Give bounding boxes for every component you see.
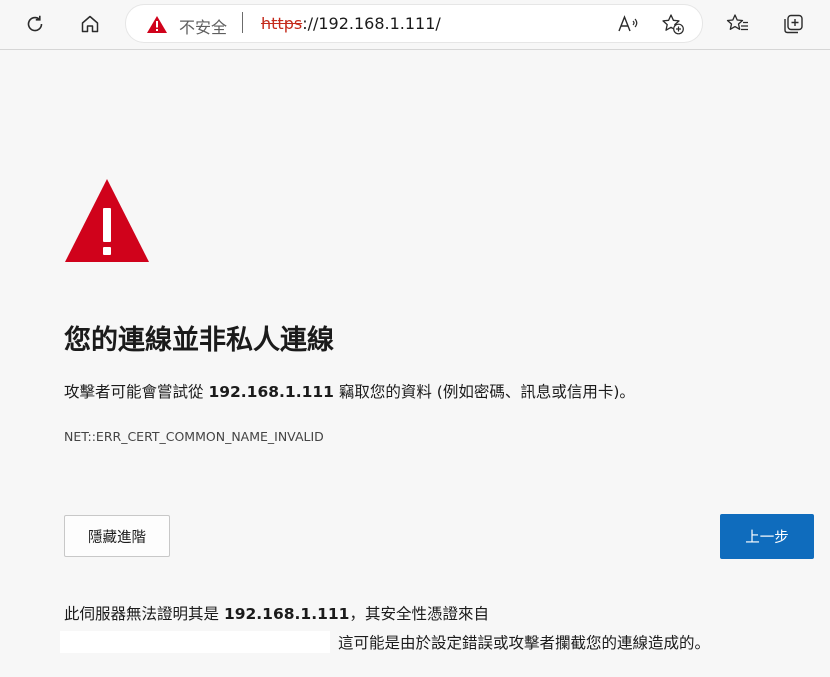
read-aloud-icon xyxy=(618,15,638,32)
refresh-icon xyxy=(27,15,43,32)
desc-suffix: 竊取您的資料 (例如密碼、訊息或信用卡)。 xyxy=(333,383,635,401)
detail-suffix: ，其安全性憑證來自 xyxy=(349,605,489,623)
url-scheme: https xyxy=(261,14,303,33)
detail-host: 192.168.1.111 xyxy=(223,605,350,623)
add-favorite-icon xyxy=(662,14,684,35)
collections-button[interactable] xyxy=(777,8,809,40)
redacted-issuer xyxy=(60,631,330,653)
certificate-detail-line2: 這可能是由於設定錯誤或攻擊者攔截您的連線造成的。 xyxy=(338,634,711,652)
collections-icon xyxy=(784,14,803,34)
address-bar[interactable]: 不安全 https://192.168.1.111/ xyxy=(126,5,702,42)
security-status-label[interactable]: 不安全 xyxy=(179,14,227,38)
browser-toolbar: 不安全 https://192.168.1.111/ xyxy=(0,0,830,50)
address-separator xyxy=(242,12,243,33)
read-aloud-button[interactable] xyxy=(616,11,642,37)
page-title: 您的連線並非私人連線 xyxy=(64,325,334,356)
favorites-button[interactable] xyxy=(722,8,754,40)
home-button[interactable] xyxy=(74,8,106,40)
error-code[interactable]: NET::ERR_CERT_COMMON_NAME_INVALID xyxy=(64,429,324,444)
refresh-button[interactable] xyxy=(19,8,51,40)
large-warning-icon xyxy=(65,179,149,262)
certificate-detail: 此伺服器無法證明其是 192.168.1.111，其安全性憑證來自 xyxy=(64,602,489,624)
desc-host: 192.168.1.111 xyxy=(208,383,334,401)
not-secure-warning-icon xyxy=(147,16,167,33)
desc-prefix: 攻擊者可能會嘗試從 xyxy=(64,383,209,401)
url-text[interactable]: https://192.168.1.111/ xyxy=(261,14,441,33)
back-button[interactable]: 上一步 xyxy=(720,514,814,559)
add-favorite-button[interactable] xyxy=(660,11,686,37)
detail-prefix: 此伺服器無法證明其是 xyxy=(64,605,224,623)
attack-description: 攻擊者可能會嘗試從 192.168.1.111 竊取您的資料 (例如密碼、訊息或… xyxy=(64,380,635,402)
home-icon xyxy=(81,15,99,33)
hide-advanced-button[interactable]: 隱藏進階 xyxy=(64,515,170,557)
favorites-icon xyxy=(726,14,748,31)
url-host: ://192.168.1.111/ xyxy=(302,14,441,33)
